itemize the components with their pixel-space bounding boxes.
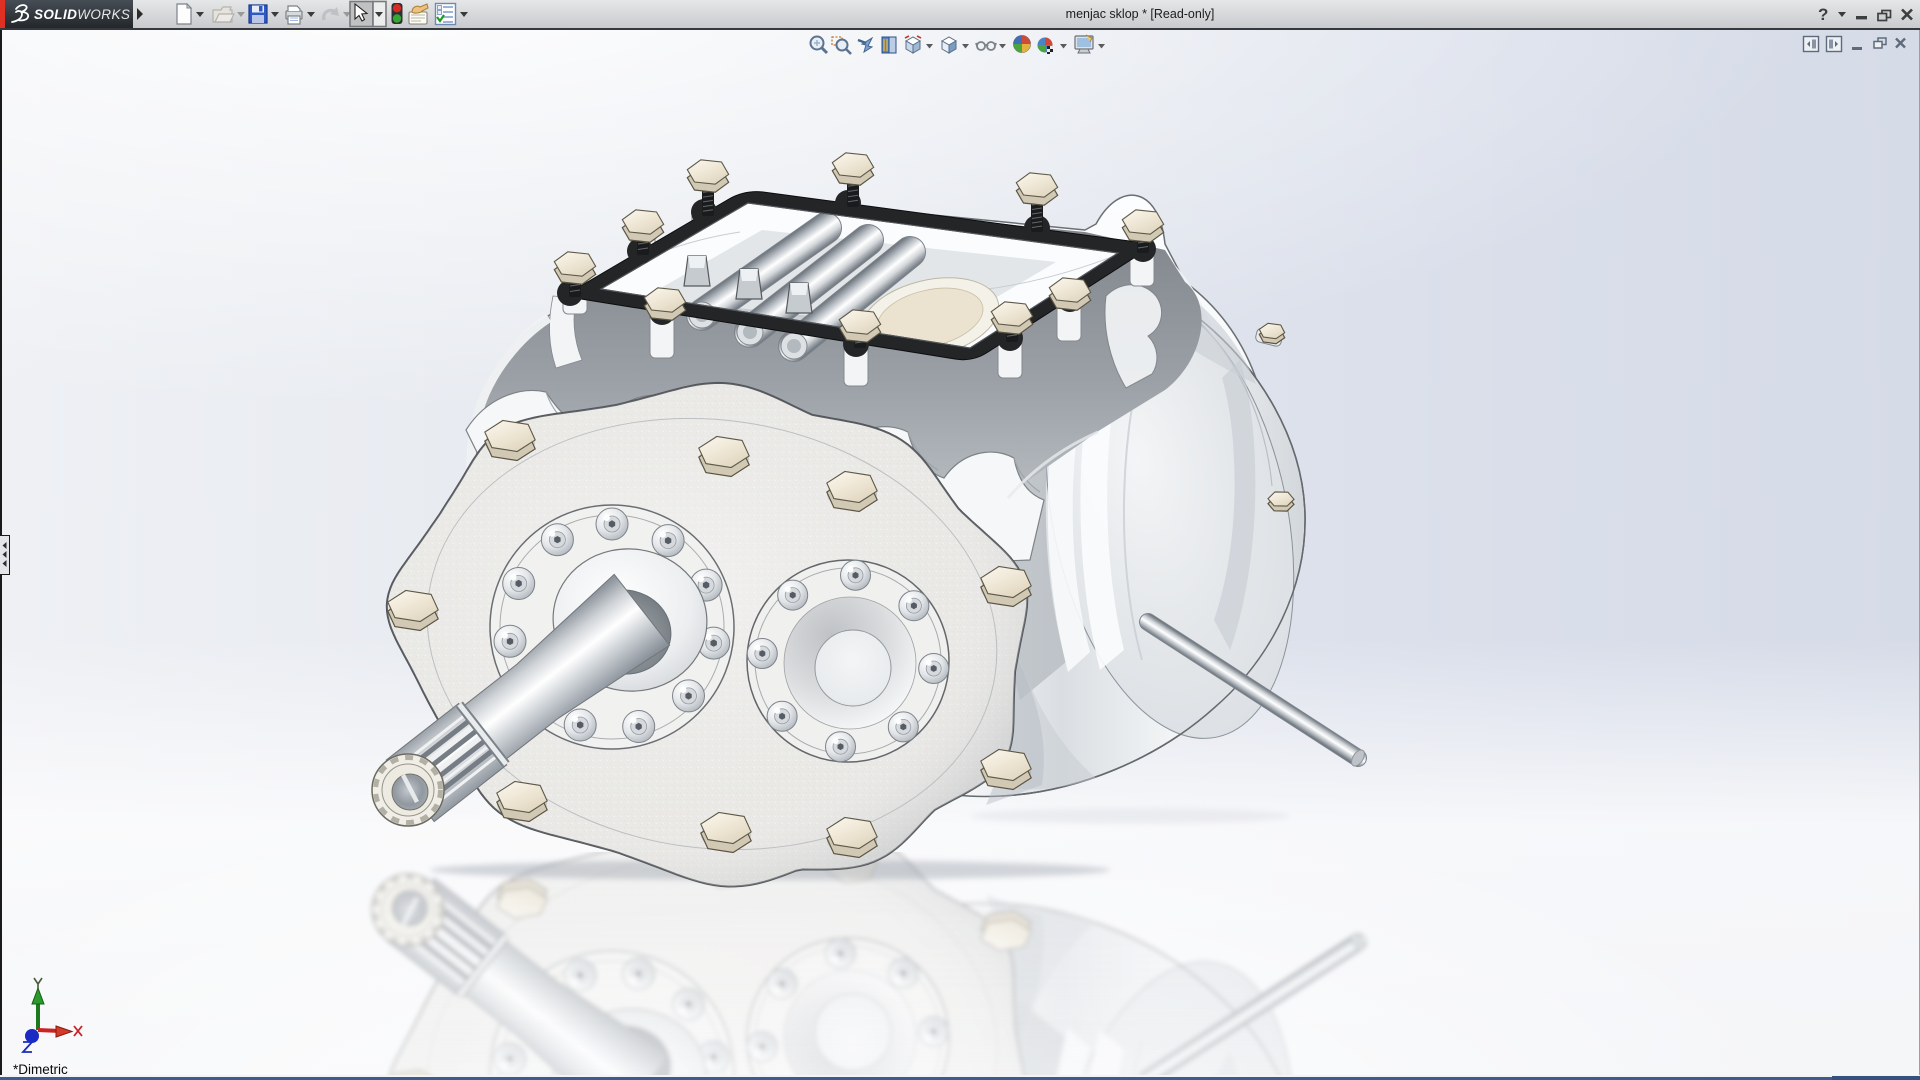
svg-text:?: ? <box>1818 5 1828 24</box>
